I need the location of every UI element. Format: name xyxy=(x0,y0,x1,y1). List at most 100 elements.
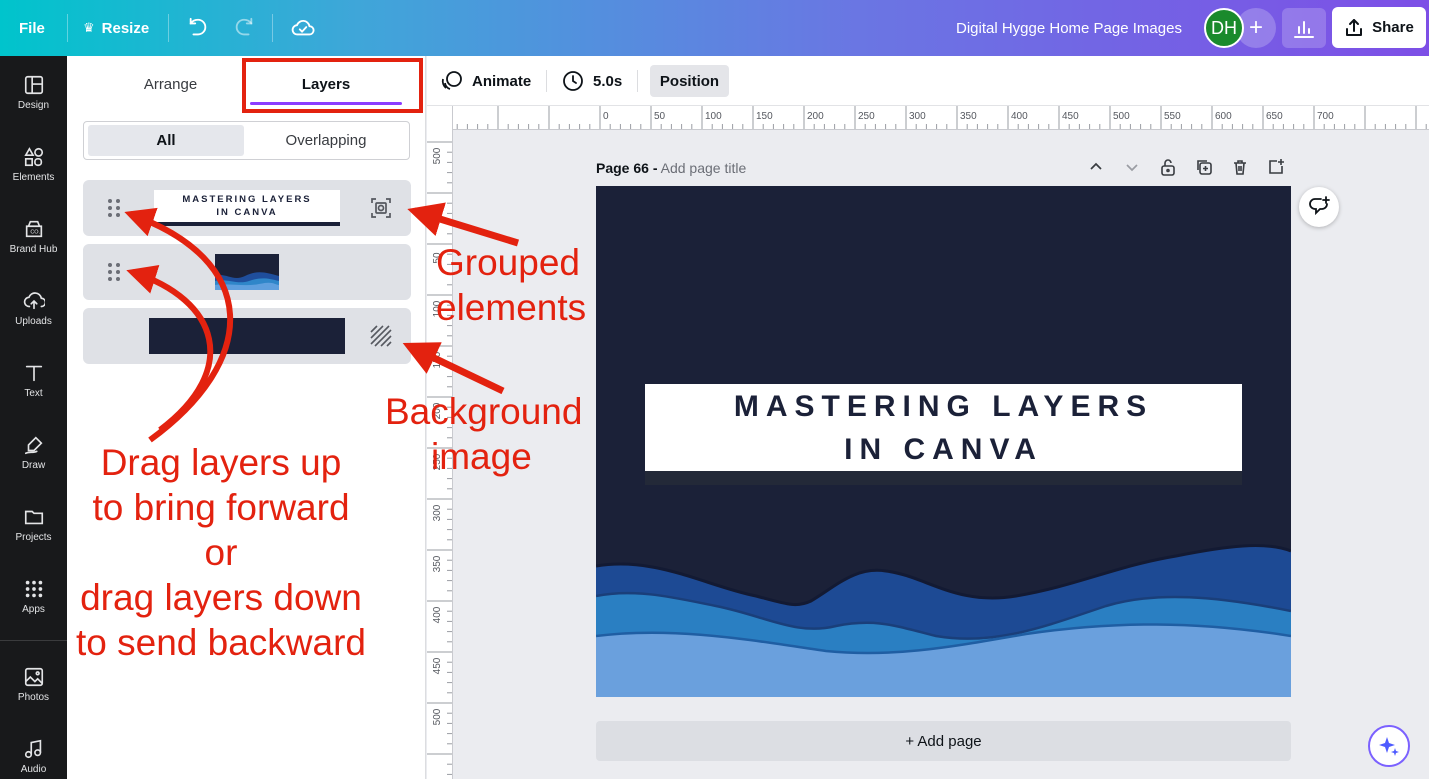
animate-icon xyxy=(441,71,462,90)
file-label: File xyxy=(19,19,45,37)
annotation-drag-instructions: Drag layers up to bring forward or drag … xyxy=(70,440,372,665)
ruler-label: 100 xyxy=(705,111,722,122)
user-avatar[interactable]: DH xyxy=(1204,8,1244,48)
save-status-button[interactable] xyxy=(291,0,315,56)
top-bar: File ♛ Resize Digital Hygge Home Page Im… xyxy=(0,0,1429,56)
trash-icon[interactable] xyxy=(1229,156,1251,178)
redo-icon xyxy=(235,17,253,36)
rail-item-text[interactable]: Text xyxy=(0,350,67,410)
rail-divider xyxy=(0,640,67,641)
annotation-line: to send backward xyxy=(75,622,366,663)
annotation-line: Grouped xyxy=(436,242,580,283)
ruler-label: 450 xyxy=(1062,111,1079,122)
horizontal-ruler-ticks: 0 50 100 150 200 250 300 350 400 450 500 550 600 650 7… xyxy=(456,106,1427,129)
animate-button[interactable]: Animate xyxy=(441,65,531,97)
drag-handle-icon[interactable] xyxy=(107,262,121,282)
design-title-line: IN CANVA xyxy=(844,432,1043,466)
rail-label: Photos xyxy=(17,691,50,703)
page-actions xyxy=(1085,156,1287,178)
ruler-label: 200 xyxy=(807,111,824,122)
ruler-label: 650 xyxy=(1266,111,1283,122)
ruler-label: 350 xyxy=(432,555,443,572)
elements-icon xyxy=(23,146,43,166)
rail-item-apps[interactable]: Apps xyxy=(0,566,67,626)
share-label: Share xyxy=(1372,19,1414,36)
ruler-label: 500 xyxy=(432,147,443,164)
page-title-placeholder[interactable]: Add page title xyxy=(661,160,747,176)
resize-button[interactable]: ♛ Resize xyxy=(83,0,149,56)
audio-icon xyxy=(24,739,41,758)
layer-item-waves[interactable] xyxy=(83,244,411,300)
tab-arrange[interactable]: Arrange xyxy=(100,56,241,112)
toolbar-divider xyxy=(546,70,547,92)
annotation-line: elements xyxy=(436,287,587,328)
ruler-label: 700 xyxy=(1317,111,1334,122)
undo-button[interactable] xyxy=(187,0,209,56)
layer-item-background[interactable] xyxy=(83,308,411,364)
wave-graphic[interactable] xyxy=(596,526,1291,697)
chevron-up-icon[interactable] xyxy=(1085,156,1107,178)
add-comment-button[interactable] xyxy=(1299,187,1339,227)
rail-label: Apps xyxy=(22,603,45,615)
lock-icon[interactable] xyxy=(1157,156,1179,178)
animate-label: Animate xyxy=(472,72,532,90)
design-title-line: MASTERING LAYERS xyxy=(733,389,1154,423)
rail-item-brand-hub[interactable]: CO. Brand Hub xyxy=(0,206,67,266)
filter-overlapping-button[interactable]: Overlapping xyxy=(248,125,404,156)
rail-item-design[interactable]: Design xyxy=(0,62,67,122)
chevron-down-icon[interactable] xyxy=(1121,156,1143,178)
redo-button[interactable] xyxy=(233,0,255,56)
duration-label: 5.0s xyxy=(593,72,623,90)
topbar-divider xyxy=(168,14,169,42)
add-page-icon[interactable] xyxy=(1265,156,1287,178)
thumbnail-text: IN CANVA xyxy=(216,207,278,218)
projects-icon xyxy=(24,510,43,524)
left-nav-rail: Design Elements CO. Brand Hub Uploads Te… xyxy=(0,56,67,779)
ruler-label: 50 xyxy=(654,111,666,122)
layer-thumbnail-background xyxy=(149,318,345,354)
rail-item-elements[interactable]: Elements xyxy=(0,134,67,194)
ruler-label: 300 xyxy=(909,111,926,122)
rail-item-projects[interactable]: Projects xyxy=(0,494,67,554)
group-icon xyxy=(371,198,391,218)
file-menu-button[interactable]: File xyxy=(19,0,45,56)
rail-item-uploads[interactable]: Uploads xyxy=(0,278,67,338)
duration-button[interactable]: 5.0s xyxy=(562,65,622,97)
sparkle-icon xyxy=(1379,737,1399,756)
page-title[interactable]: Page 66 - Add page title xyxy=(596,160,746,176)
ruler-label: 0 xyxy=(603,111,609,122)
add-page-button[interactable]: + Add page xyxy=(596,721,1291,761)
document-title[interactable]: Digital Hygge Home Page Images xyxy=(956,0,1182,56)
rail-label: Design xyxy=(17,99,50,111)
insights-button[interactable] xyxy=(1282,8,1326,48)
position-button[interactable]: Position xyxy=(650,65,729,97)
annotation-line: Background xyxy=(385,391,583,432)
ruler-label: 450 xyxy=(432,657,443,674)
ruler-label: 500 xyxy=(1113,111,1130,122)
rail-label: Audio xyxy=(20,763,47,775)
resize-label: Resize xyxy=(101,19,150,37)
wave-thumbnail-graphic xyxy=(215,272,279,290)
magic-assistant-button[interactable] xyxy=(1368,725,1410,767)
rail-item-audio[interactable]: Audio xyxy=(0,726,67,779)
drag-handle-icon[interactable] xyxy=(107,198,121,218)
text-icon xyxy=(25,365,42,381)
rail-item-photos[interactable]: Photos xyxy=(0,654,67,714)
toolbar-divider xyxy=(637,70,638,92)
design-canvas[interactable]: MASTERING LAYERS IN CANVA xyxy=(596,186,1291,697)
layer-item-grouped[interactable]: MASTERING LAYERS IN CANVA xyxy=(83,180,411,236)
layers-tab-highlight-box xyxy=(242,58,423,113)
rail-item-draw[interactable]: Draw xyxy=(0,422,67,482)
duplicate-page-icon[interactable] xyxy=(1193,156,1215,178)
design-title-box[interactable]: MASTERING LAYERS IN CANVA xyxy=(645,384,1242,485)
brand-hub-icon: CO. xyxy=(25,220,42,237)
topbar-divider xyxy=(272,14,273,42)
apps-icon xyxy=(25,580,42,597)
filter-all-button[interactable]: All xyxy=(88,125,244,156)
ruler-label: 400 xyxy=(1011,111,1028,122)
share-button[interactable]: Share xyxy=(1332,7,1426,48)
ruler-label: 400 xyxy=(432,606,443,623)
annotation-line: or xyxy=(204,532,238,573)
layer-thumbnail-title: MASTERING LAYERS IN CANVA xyxy=(154,190,340,226)
thumbnail-text: MASTERING LAYERS xyxy=(182,194,312,205)
